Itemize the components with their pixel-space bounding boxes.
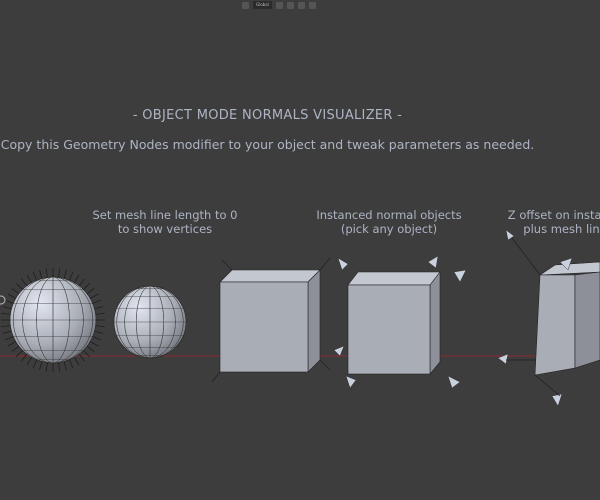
cube-plain (211, 257, 331, 383)
caption-line: Z offset on instances (507, 208, 600, 222)
caption-vertices: Set mesh line length to 0 to show vertic… (90, 208, 240, 236)
sphere-vertices (113, 285, 187, 359)
caption-z-offset: Z offset on instances plus mesh lines (493, 208, 600, 236)
cube-z-offset (497, 229, 600, 407)
caption-line: to show vertices (117, 222, 213, 236)
cube-instanced-normals (333, 255, 467, 389)
caption-instanced: Instanced normal objects (pick any objec… (314, 208, 464, 236)
caption-line: Set mesh line length to 0 (92, 208, 238, 222)
page-title: - OBJECT MODE NORMALS VISUALIZER - (132, 108, 403, 123)
sphere-with-normals (1, 268, 105, 372)
light-gizmo-icon (0, 295, 6, 305)
caption-line: plus mesh lines (523, 222, 600, 236)
caption-line: (pick any object) (340, 222, 438, 236)
viewport-3d[interactable] (0, 0, 600, 500)
caption-line: Instanced normal objects (316, 208, 462, 222)
page-subtitle: Copy this Geometry Nodes modifier to you… (0, 137, 535, 152)
